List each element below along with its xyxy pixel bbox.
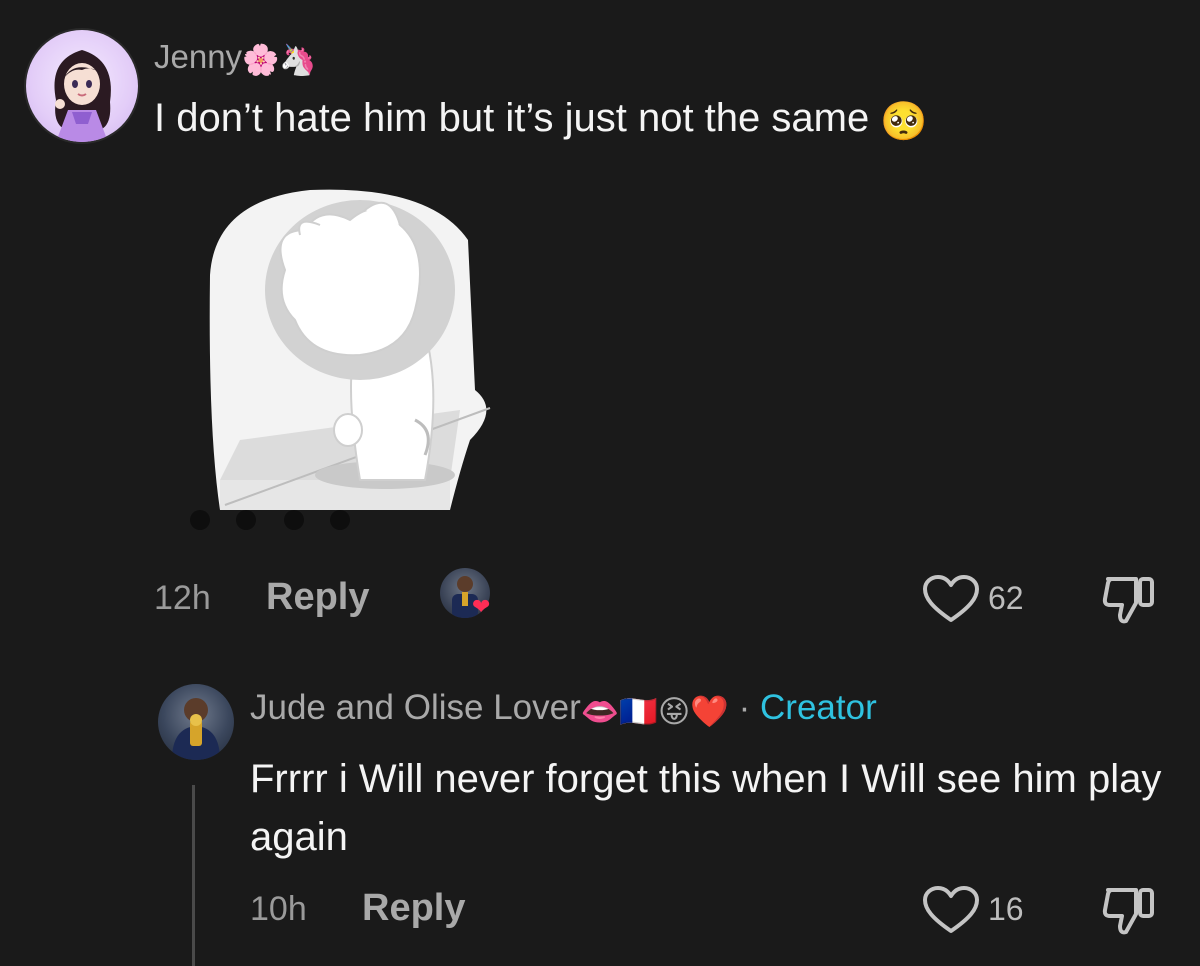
like-button[interactable] [922,574,980,624]
creator-badge: Creator [760,688,877,727]
heart-outline-icon [923,575,979,622]
liked-by-creator-badge: ❤ [440,568,496,624]
comment-timestamp: 12h [154,579,211,617]
sad-cat-sticker[interactable] [200,180,500,530]
heart-icon: ❤ [472,594,491,619]
separator-dot: · [738,688,751,727]
dislike-button[interactable] [1102,884,1158,938]
ellipsis-dots [186,508,356,538]
dislike-button[interactable] [1102,573,1158,627]
username-emojis: 🌸🦄 [242,44,317,77]
reply-timestamp: 10h [250,890,307,928]
reply-button[interactable]: Reply [362,887,465,930]
username-text: Jenny [154,38,243,75]
pleading-face-emoji: 🥺 [880,101,928,143]
reply-text: Frrrr i Will never forget this when I Wi… [250,757,1162,859]
creator-avatar[interactable] [158,684,234,760]
reply-button[interactable]: Reply [266,576,369,619]
thumbs-down-icon [1102,577,1154,624]
like-count: 62 [988,580,1024,616]
reply-username[interactable]: Jude and Olise Lover👄🇫🇷😝❤️ · Creator [250,688,877,730]
thread-line [192,785,195,966]
username-text: Jude and Olise Lover [250,688,581,727]
username-emojis: 👄🇫🇷😝❤️ [580,694,729,729]
comment-body: I don’t hate him but it’s just not the s… [154,96,870,140]
heart-outline-icon [923,886,979,933]
comment-username[interactable]: Jenny🌸🦄 [154,38,317,78]
like-button[interactable] [922,885,980,935]
comment-text: I don’t hate him but it’s just not the s… [154,96,928,144]
thumbs-down-icon [1102,888,1154,935]
like-count: 16 [988,891,1024,927]
jenny-avatar[interactable] [26,30,138,142]
